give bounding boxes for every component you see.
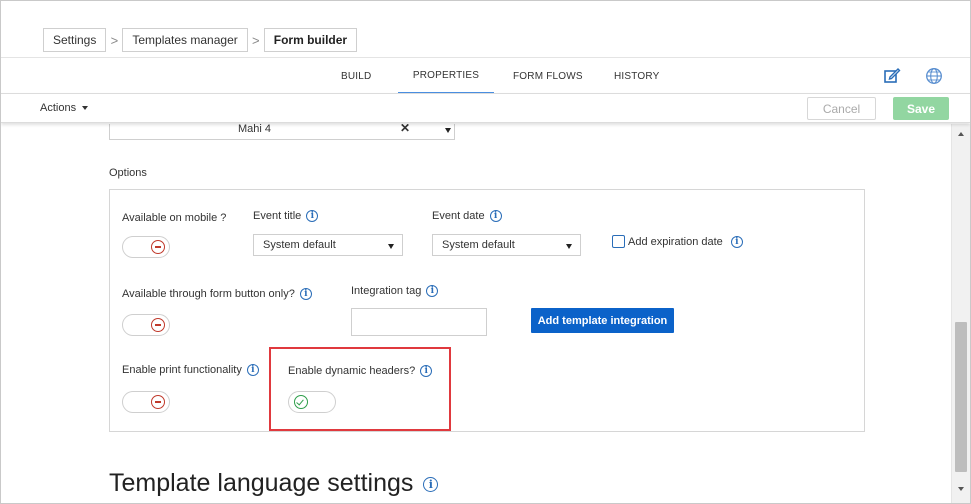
add-expiration-date-label-wrap: Add expiration date i (628, 236, 743, 249)
chevron-down-icon[interactable] (445, 128, 451, 133)
available-on-mobile-label: Available on mobile ? (122, 212, 227, 224)
tab-build[interactable]: BUILD (341, 58, 371, 94)
actions-label: Actions (40, 102, 77, 114)
toggle-off-icon (151, 240, 165, 254)
integration-tag-label: Integration tag (351, 285, 422, 297)
print-functionality-label: Enable print functionality (122, 364, 242, 376)
vertical-scrollbar[interactable] (951, 124, 970, 503)
info-icon[interactable]: i (306, 210, 319, 223)
add-template-integration-button[interactable]: Add template integration (531, 308, 674, 333)
integration-tag-label-wrap: Integration tag i (351, 285, 439, 298)
toggle-off-icon (151, 318, 165, 332)
available-on-mobile-toggle[interactable] (122, 236, 170, 258)
template-language-settings-heading: Template language settings i (109, 469, 439, 498)
info-icon[interactable]: i (489, 210, 502, 223)
breadcrumb: Settings > Templates manager > Form buil… (43, 28, 358, 52)
chevron-down-icon (388, 244, 394, 249)
cancel-button[interactable]: Cancel (807, 97, 876, 120)
event-title-value: System default (263, 239, 336, 251)
toggle-off-icon (151, 395, 165, 409)
breadcrumb-form-builder[interactable]: Form builder (263, 28, 358, 52)
globe-icon[interactable] (925, 67, 943, 85)
add-expiration-date-checkbox[interactable] (612, 235, 625, 248)
integration-tag-input[interactable] (351, 308, 487, 336)
highlight-annotation (269, 347, 451, 431)
tab-bar: BUILD PROPERTIES FORM FLOWS HISTORY (1, 57, 970, 94)
event-title-label-wrap: Event title i (253, 210, 319, 223)
tab-history[interactable]: HISTORY (614, 58, 660, 94)
app-window: Settings > Templates manager > Form buil… (0, 0, 971, 504)
event-title-select[interactable]: System default (253, 234, 403, 256)
language-select[interactable]: Mahi 4 ✕ (109, 124, 455, 140)
event-date-select[interactable]: System default (432, 234, 581, 256)
info-icon[interactable]: i (246, 364, 259, 377)
chevron-down-icon (566, 244, 572, 249)
scroll-down-icon[interactable] (958, 487, 964, 491)
options-title: Options (109, 167, 147, 179)
tab-form-flows[interactable]: FORM FLOWS (513, 58, 583, 94)
form-button-only-label-wrap: Available through form button only? i (122, 288, 312, 301)
event-date-label-wrap: Event date i (432, 210, 502, 223)
edit-icon[interactable] (883, 67, 901, 85)
breadcrumb-templates-manager[interactable]: Templates manager (122, 28, 248, 52)
info-icon[interactable]: i (426, 285, 439, 298)
action-bar: Actions Cancel Save (1, 93, 970, 123)
form-button-only-label: Available through form button only? (122, 288, 295, 300)
language-select-value: Mahi 4 (238, 124, 272, 135)
event-date-label: Event date (432, 210, 485, 222)
event-date-value: System default (442, 239, 515, 251)
scroll-up-icon[interactable] (958, 132, 964, 136)
info-icon[interactable]: i (299, 288, 312, 301)
event-title-label: Event title (253, 210, 302, 222)
print-functionality-toggle[interactable] (122, 391, 170, 413)
section-heading-text: Template language settings (109, 469, 414, 497)
properties-content: Mahi 4 ✕ Options Available on mobile ? E… (1, 124, 951, 503)
scroll-thumb[interactable] (955, 322, 967, 472)
print-functionality-label-wrap: Enable print functionality i (122, 364, 259, 377)
breadcrumb-separator-icon: > (110, 32, 119, 48)
info-icon[interactable]: i (423, 476, 439, 492)
caret-down-icon (82, 106, 89, 110)
breadcrumb-settings[interactable]: Settings (43, 28, 107, 52)
save-button[interactable]: Save (893, 97, 949, 120)
tab-properties[interactable]: PROPERTIES (398, 58, 494, 94)
options-panel: Available on mobile ? Event title i Syste… (109, 189, 865, 432)
info-icon[interactable]: i (730, 236, 743, 249)
actions-menu[interactable]: Actions (40, 102, 89, 114)
clear-icon[interactable]: ✕ (400, 124, 410, 135)
add-expiration-date-label: Add expiration date (628, 236, 723, 248)
form-button-only-toggle[interactable] (122, 314, 170, 336)
breadcrumb-separator-icon: > (251, 32, 260, 48)
